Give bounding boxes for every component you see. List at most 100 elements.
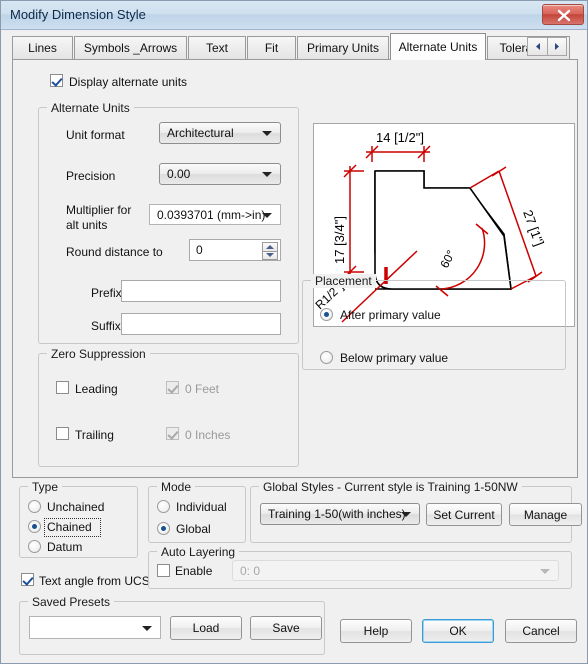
- type-chained-focus-indicator: [44, 518, 101, 537]
- tab-alternate-units[interactable]: Alternate Units: [390, 33, 486, 60]
- chevron-down-icon: [142, 625, 152, 631]
- saved-presets-legend: Saved Presets: [28, 595, 115, 609]
- tab-text[interactable]: Text: [188, 36, 246, 59]
- round-distance-input[interactable]: 0: [189, 239, 281, 261]
- mode-individual-label: Individual: [176, 500, 227, 514]
- multiplier-label-line1: Multiplier for: [66, 203, 132, 217]
- save-label: Save: [272, 621, 300, 635]
- text-angle-from-ucs-checkbox[interactable]: [21, 573, 34, 586]
- set-current-label: Set Current: [433, 507, 495, 522]
- global-styles-legend: Global Styles - Current style is Trainin…: [259, 480, 522, 494]
- chevron-down-icon: [262, 172, 272, 177]
- trailing-label: Trailing: [75, 428, 114, 442]
- placement-legend: Placement: [311, 274, 376, 288]
- mode-global-radio[interactable]: [157, 522, 170, 535]
- dim-top-text: 14 [1/2"]: [376, 130, 424, 145]
- stepper-up-icon[interactable]: [262, 242, 278, 251]
- round-distance-value: 0: [196, 243, 203, 257]
- auto-layering-layer-value: 0: 0: [240, 563, 261, 578]
- unit-format-value: Architectural: [167, 126, 234, 140]
- load-label: Load: [192, 621, 220, 635]
- multiplier-combo[interactable]: 0.0393701 (mm->in): [149, 204, 281, 225]
- left-arrow-glyph: [535, 43, 540, 50]
- zero-feet-checkbox: [166, 381, 179, 394]
- chevron-down-icon: [262, 212, 272, 218]
- manage-button[interactable]: Manage: [509, 503, 582, 526]
- tab-scroll-left-icon[interactable]: [527, 37, 547, 56]
- placement-after-primary-radio[interactable]: [320, 308, 333, 321]
- title-bar: Modify Dimension Style: [1, 1, 587, 30]
- zero-feet-label: 0 Feet: [185, 382, 220, 396]
- multiplier-value: 0.0393701 (mm->in): [157, 207, 266, 222]
- help-label: Help: [363, 624, 389, 638]
- global-styles-group: Global Styles - Current style is Trainin…: [250, 480, 582, 543]
- round-distance-label: Round distance to: [66, 245, 163, 259]
- suffix-label: Suffix: [91, 319, 121, 333]
- type-unchained-label: Unchained: [47, 500, 105, 514]
- modify-dimension-style-dialog: Modify Dimension Style Lines Symbols _Ar…: [0, 0, 588, 664]
- trailing-checkbox[interactable]: [56, 427, 69, 440]
- global-style-value: Training 1-50(with inches): [268, 507, 406, 521]
- tab-fit[interactable]: Fit: [247, 36, 296, 59]
- display-alternate-units-checkbox[interactable]: [50, 74, 63, 87]
- chevron-down-icon: [401, 512, 411, 517]
- type-legend: Type: [28, 480, 63, 494]
- tab-primary-units[interactable]: Primary Units: [297, 36, 389, 59]
- zero-suppression-legend: Zero Suppression: [47, 347, 150, 361]
- auto-layering-legend: Auto Layering: [157, 545, 240, 559]
- round-distance-stepper[interactable]: [262, 242, 278, 260]
- mode-global-label: Global: [176, 522, 211, 536]
- unit-format-combo[interactable]: Architectural: [159, 122, 281, 144]
- stepper-down-icon[interactable]: [262, 250, 278, 260]
- alternate-units-group: Alternate Units Unit format Architectura…: [38, 101, 299, 344]
- saved-presets-combo[interactable]: [29, 616, 161, 639]
- auto-layering-enable-checkbox[interactable]: [157, 564, 170, 577]
- precision-label: Precision: [66, 169, 116, 183]
- zero-suppression-group: Zero Suppression Leading 0 Feet Trailing…: [38, 347, 299, 467]
- window-title: Modify Dimension Style: [10, 7, 146, 22]
- precision-value: 0.00: [167, 167, 191, 181]
- dim-left-text: 17 [3/4"]: [332, 216, 347, 264]
- placement-group: Placement After primary value Below prim…: [302, 274, 566, 370]
- global-style-combo[interactable]: Training 1-50(with inches): [260, 503, 420, 525]
- type-chained-radio[interactable]: [28, 520, 41, 533]
- mode-legend: Mode: [157, 480, 196, 494]
- mode-individual-radio[interactable]: [157, 500, 170, 513]
- zero-inches-checkbox: [166, 427, 179, 440]
- precision-combo[interactable]: 0.00: [159, 163, 281, 185]
- auto-layering-enable-label: Enable: [175, 564, 213, 578]
- right-arrow-glyph: [555, 43, 559, 50]
- cancel-button[interactable]: Cancel: [505, 619, 577, 643]
- set-current-button[interactable]: Set Current: [426, 503, 502, 526]
- save-button[interactable]: Save: [250, 616, 322, 640]
- auto-layering-group: Auto Layering Enable 0: 0: [148, 545, 572, 589]
- placement-after-primary-label: After primary value: [340, 308, 441, 322]
- ok-label: OK: [449, 624, 467, 638]
- tab-lines[interactable]: Lines: [12, 36, 73, 59]
- auto-layering-layer-combo: 0: 0: [232, 560, 559, 581]
- leading-checkbox[interactable]: [56, 381, 69, 394]
- suffix-input[interactable]: [121, 313, 281, 335]
- help-button[interactable]: Help: [340, 619, 412, 643]
- placement-below-primary-radio[interactable]: [320, 351, 333, 364]
- type-unchained-radio[interactable]: [28, 500, 41, 513]
- chevron-down-icon: [262, 131, 272, 136]
- leading-label: Leading: [75, 382, 118, 396]
- prefix-input[interactable]: [121, 280, 281, 302]
- alternate-units-legend: Alternate Units: [47, 101, 134, 115]
- tab-strip: Lines Symbols _Arrows Text Fit Primary U…: [12, 33, 578, 60]
- ok-button[interactable]: OK: [422, 619, 494, 643]
- unit-format-label: Unit format: [66, 128, 125, 142]
- alternate-units-panel: Display alternate units Alternate Units …: [12, 59, 578, 478]
- zero-inches-label: 0 Inches: [185, 428, 231, 442]
- text-angle-from-ucs-label: Text angle from UCS: [39, 574, 150, 588]
- close-icon[interactable]: [542, 4, 584, 25]
- load-button[interactable]: Load: [170, 616, 242, 640]
- tab-scroll-buttons: [527, 37, 567, 56]
- chevron-down-icon: [540, 568, 550, 574]
- multiplier-label-line2: alt units: [66, 218, 108, 232]
- type-datum-label: Datum: [47, 540, 83, 554]
- type-datum-radio[interactable]: [28, 540, 41, 553]
- tab-scroll-right-icon[interactable]: [547, 37, 567, 56]
- tab-symbols-arrows[interactable]: Symbols _Arrows: [74, 36, 187, 59]
